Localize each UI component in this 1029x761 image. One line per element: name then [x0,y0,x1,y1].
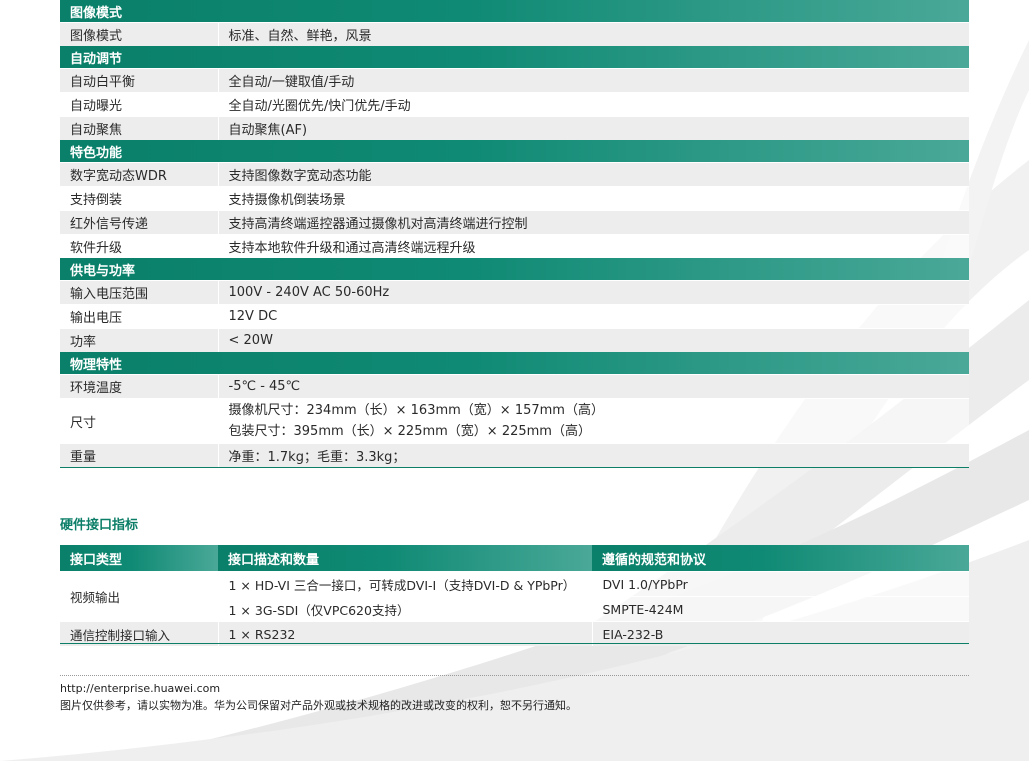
spec-label: 环境温度 [60,374,219,399]
spec-row: 支持倒装 支持摄像机倒装场景 [60,186,970,211]
spec-row: 自动白平衡 全自动/一键取值/手动 [60,68,970,93]
spec-value: 100V - 240V AC 50-60Hz [218,280,970,305]
spec-section-header: 供电与功率 [60,258,970,281]
camera-dimensions: 摄像机尺寸：234mm（长）× 163mm（宽）× 157mm（高） [228,403,604,418]
section-title: 图像模式 [60,0,970,23]
footer-disclaimer: 图片仅供参考，请以实物为准。华为公司保留对产品外观或技术规格的改进或改变的权利，… [60,699,577,712]
spec-table-bottom-rule [60,467,969,468]
spec-label: 重量 [60,443,219,467]
spec-row: 图像模式 标准、自然、鲜艳，风景 [60,22,970,46]
spec-label: 红外信号传递 [60,210,219,235]
package-dimensions: 包装尺寸：395mm（长）× 225mm（宽）× 225mm（高） [228,424,591,439]
spec-label: 自动曝光 [60,92,219,117]
spec-table: 图像模式 图像模式 标准、自然、鲜艳，风景 自动调节 自动白平衡 全自动/一键取值/手动自… [60,0,970,467]
interface-spec: DVI 1.0/YPbPr [592,571,969,597]
spec-section-header: 自动调节 [60,46,970,69]
spec-value: 12V DC [218,304,970,329]
spec-row: 数字宽动态WDR 支持图像数字宽动态功能 [60,162,970,187]
spec-section-header: 图像模式 [60,0,970,23]
spec-value: 摄像机尺寸：234mm（长）× 163mm（宽）× 157mm（高） 包装尺寸：3… [218,398,970,444]
spec-value: -5℃ - 45℃ [218,374,970,399]
spec-row: 软件升级 支持本地软件升级和通过高清终端远程升级 [60,234,970,258]
spec-label: 软件升级 [60,234,219,258]
spec-row: 环境温度 -5℃ - 45℃ [60,374,970,399]
spec-section-header: 特色功能 [60,140,970,163]
spec-value: < 20W [218,328,970,352]
spec-row: 输出电压 12V DC [60,304,970,329]
spec-label: 支持倒装 [60,186,219,211]
spec-row: 功率 < 20W [60,328,970,352]
interface-type-video: 视频输出 [60,571,219,622]
spec-label: 尺寸 [60,398,219,444]
interface-header-type: 接口类型 [60,545,218,572]
spec-sheet: 图像模式 图像模式 标准、自然、鲜艳，风景 自动调节 自动白平衡 全自动/一键取值/手动自… [60,0,970,712]
section-title: 特色功能 [60,140,970,163]
spec-row: 重量 净重：1.7kg；毛重：3.3kg； [60,443,970,467]
interface-spec: SMPTE-424M [592,596,969,622]
section-title: 自动调节 [60,46,970,69]
spec-value: 支持图像数字宽动态功能 [218,162,970,187]
spec-label: 自动白平衡 [60,68,219,93]
spec-label: 功率 [60,328,219,352]
spec-row: 自动曝光 全自动/光圈优先/快门优先/手动 [60,92,970,117]
interface-row-video-1: 视频输出 1 × HD-VI 三合一接口，可转成DVI-I（支持DVI-D & … [60,571,969,622]
spec-label: 输入电压范围 [60,280,219,305]
spec-label: 图像模式 [60,22,219,46]
spec-row: 红外信号传递 支持高清终端遥控器通过摄像机对高清终端进行控制 [60,210,970,235]
spec-label: 输出电压 [60,304,219,329]
spec-value: 全自动/一键取值/手动 [218,68,970,93]
interface-table: 接口类型 接口描述和数量 遵循的规范和协议 视频输出 1 × HD-VI 三合一… [60,545,969,646]
section-title: 物理特性 [60,352,970,375]
spec-section-header: 物理特性 [60,352,970,375]
spec-value: 自动聚焦(AF) [218,116,970,140]
spec-value: 支持本地软件升级和通过高清终端远程升级 [218,234,970,258]
footer-divider [60,675,969,676]
spec-value: 全自动/光圈优先/快门优先/手动 [218,92,970,117]
spec-label: 自动聚焦 [60,116,219,140]
interface-header-spec: 遵循的规范和协议 [592,545,969,572]
spec-label: 数字宽动态WDR [60,162,219,187]
spec-value: 标准、自然、鲜艳，风景 [218,22,970,46]
footer-url-link[interactable]: http://enterprise.huawei.com [60,682,220,695]
spec-value: 支持高清终端遥控器通过摄像机对高清终端进行控制 [218,210,970,235]
spec-value: 净重：1.7kg；毛重：3.3kg； [218,443,970,467]
spec-row: 输入电压范围 100V - 240V AC 50-60Hz [60,280,970,305]
interface-header-desc: 接口描述和数量 [218,545,592,572]
interface-header-row: 接口类型 接口描述和数量 遵循的规范和协议 [60,545,969,572]
spec-value: 支持摄像机倒装场景 [218,186,970,211]
interface-desc: 1 × HD-VI 三合一接口，可转成DVI-I（支持DVI-D & YPbPr… [218,571,593,597]
spec-row-dimensions: 尺寸 摄像机尺寸：234mm（长）× 163mm（宽）× 157mm（高） 包装尺寸… [60,398,970,444]
section-title: 供电与功率 [60,258,970,281]
interface-desc: 1 × 3G-SDI（仅VPC620支持） [218,596,593,622]
spec-row: 自动聚焦 自动聚焦(AF) [60,116,970,140]
interface-table-bottom-rule [60,643,969,644]
interface-section-title: 硬件接口指标 [60,518,139,533]
